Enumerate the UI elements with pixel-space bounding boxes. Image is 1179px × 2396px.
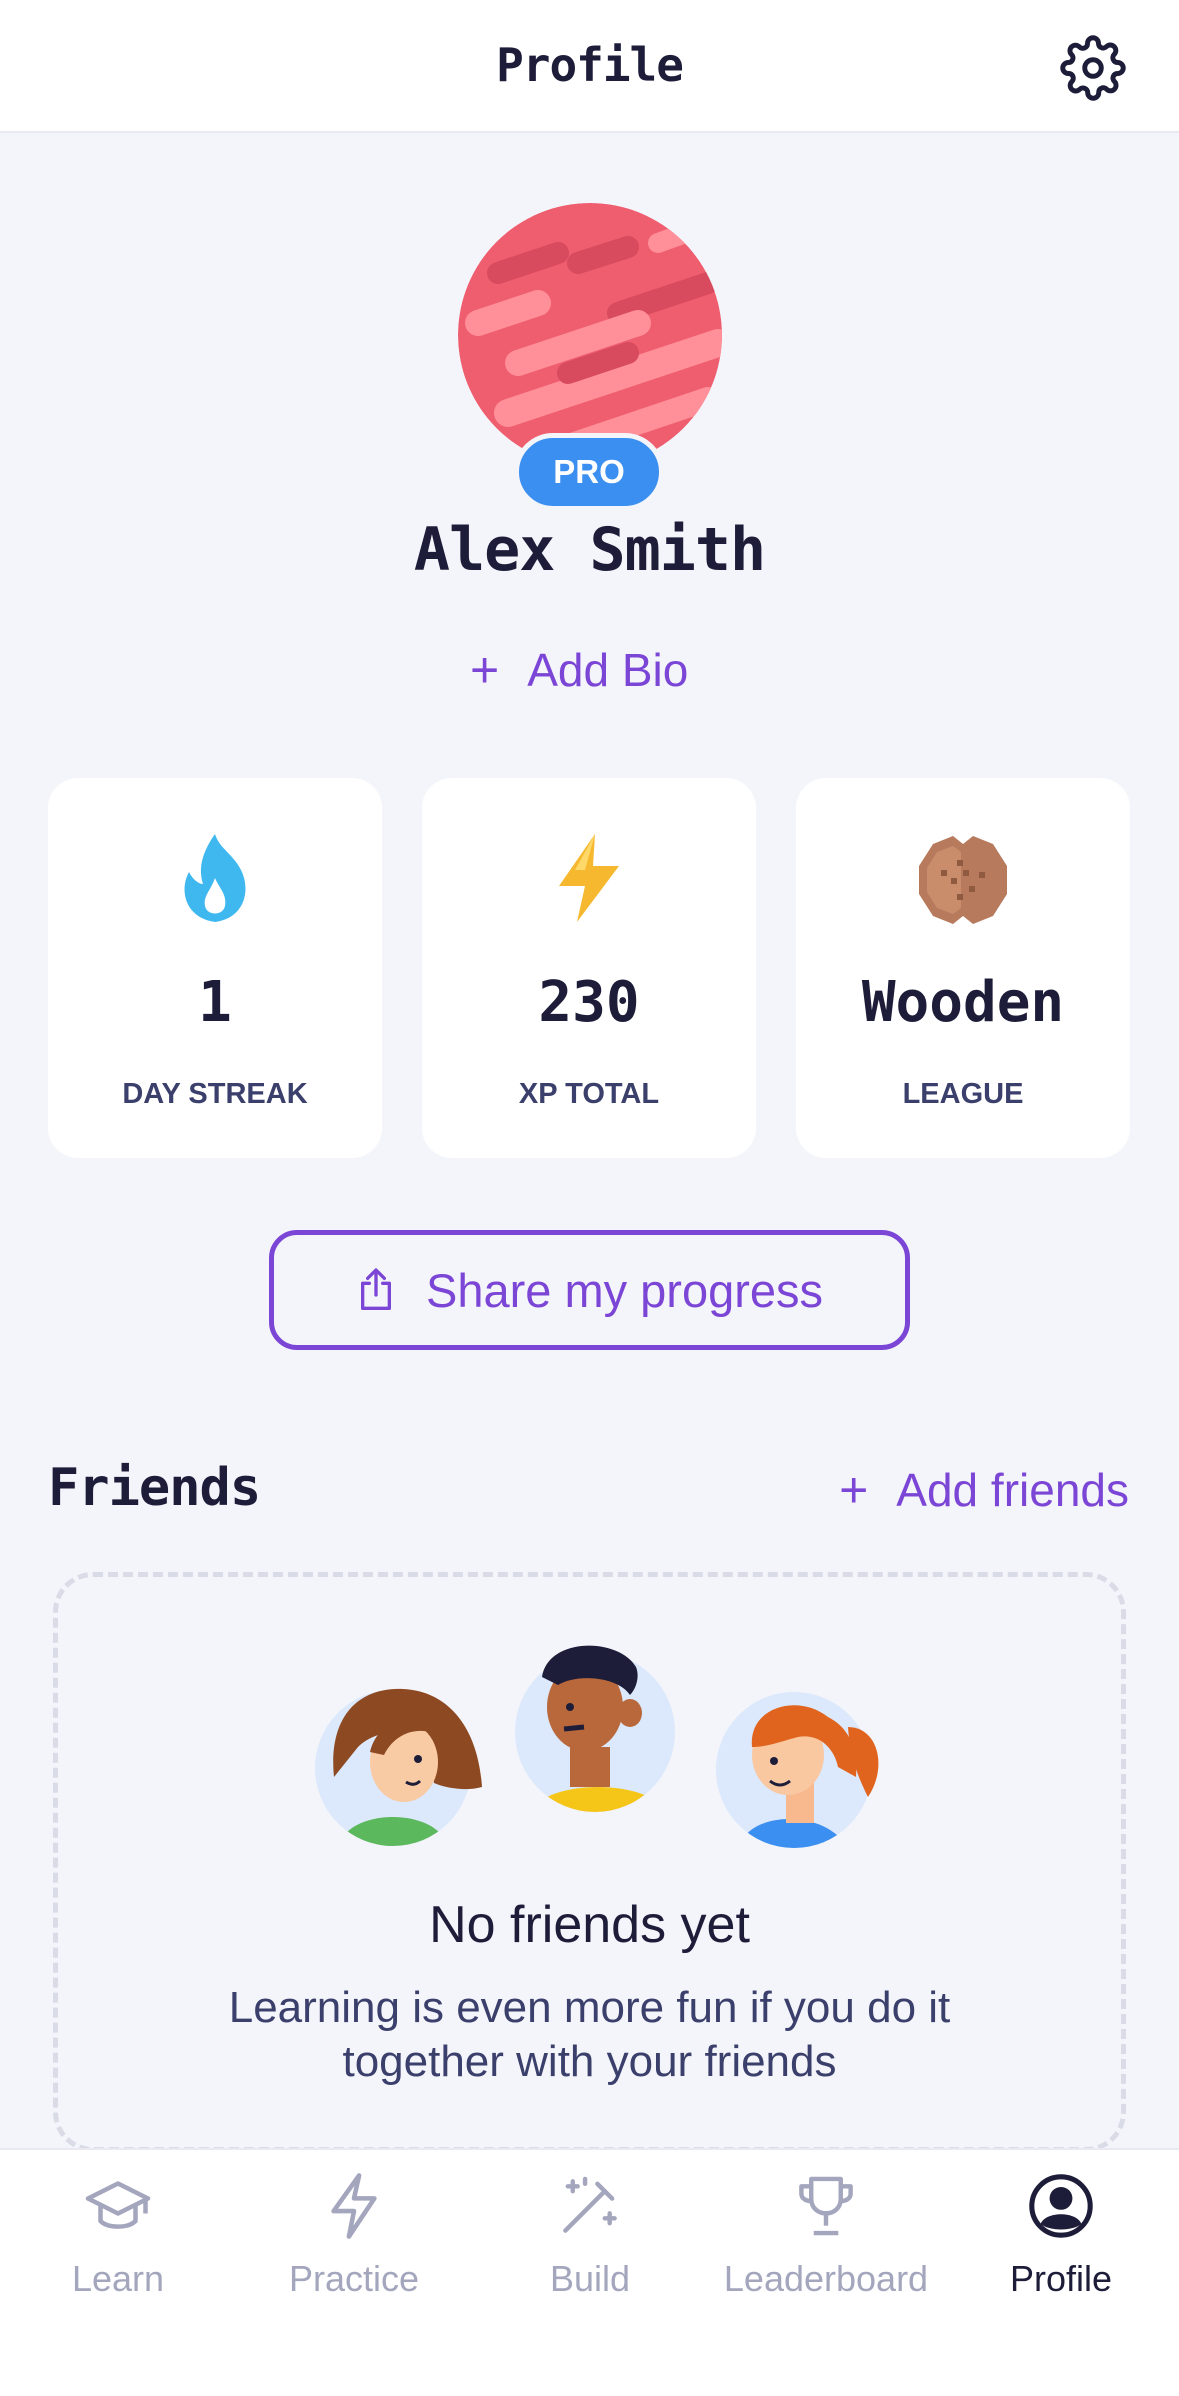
planet-avatar-image: [458, 203, 722, 467]
gear-icon: [1060, 35, 1126, 101]
friends-illustration: [315, 1645, 879, 1848]
user-name: Alex Smith: [413, 515, 766, 585]
share-icon: [360, 1268, 391, 1310]
stat-label: XP TOTAL: [518, 1078, 660, 1110]
stat-value: 230: [538, 970, 640, 1035]
add-bio-label: Add Bio: [527, 644, 689, 696]
nav-item-build[interactable]: Build: [472, 2170, 708, 2310]
settings-button[interactable]: [1060, 35, 1126, 101]
bottom-navigation: Learn Practice Build Leaderboard Profile: [0, 2148, 1179, 2396]
empty-state-title: No friends yet: [429, 1896, 750, 1954]
plus-icon: +: [839, 1462, 869, 1518]
nav-label: Leaderboard: [723, 2258, 929, 2299]
stat-value: Wooden: [861, 970, 1065, 1035]
page-title: Profile: [496, 38, 684, 92]
friends-section-title: Friends: [48, 1458, 261, 1518]
top-bar: Profile: [0, 0, 1179, 133]
nav-item-learn[interactable]: Learn: [0, 2170, 236, 2310]
nav-label: Learn: [71, 2258, 165, 2299]
add-friends-label: Add friends: [896, 1464, 1129, 1516]
stat-label: LEAGUE: [902, 1078, 1024, 1110]
nav-item-leaderboard[interactable]: Leaderboard: [708, 2170, 944, 2310]
friends-empty-state: No friends yet Learning is even more fun…: [53, 1572, 1126, 2152]
lightning-icon: [559, 834, 619, 922]
stat-card-xp[interactable]: 230 XP TOTAL: [422, 778, 756, 1158]
share-progress-label: Share my progress: [425, 1263, 824, 1317]
lightning-icon: [331, 2173, 377, 2239]
nav-item-practice[interactable]: Practice: [236, 2170, 472, 2310]
stat-card-league[interactable]: Wooden LEAGUE: [796, 778, 1130, 1158]
flame-icon: [184, 834, 246, 922]
add-friends-button[interactable]: + Add friends: [839, 1460, 1129, 1520]
empty-state-subtitle: Learning is even more fun if you do it t…: [228, 1983, 951, 2086]
nav-label: Practice: [288, 2258, 420, 2299]
graduation-cap-icon: [85, 2181, 151, 2229]
pro-badge: PRO: [514, 433, 664, 511]
plus-icon: +: [470, 642, 500, 698]
magic-wand-icon: [563, 2176, 617, 2233]
wooden-league-icon: [919, 836, 1007, 924]
add-bio-button[interactable]: + Add Bio: [470, 640, 688, 700]
share-progress-button[interactable]: Share my progress: [269, 1230, 910, 1350]
stat-label: DAY STREAK: [122, 1078, 308, 1110]
stat-card-streak[interactable]: 1 DAY STREAK: [48, 778, 382, 1158]
trophy-icon: [799, 2176, 853, 2236]
nav-label: Profile: [1009, 2258, 1113, 2299]
avatar[interactable]: [458, 203, 722, 467]
nav-label: Build: [549, 2258, 631, 2299]
nav-item-profile[interactable]: Profile: [943, 2170, 1179, 2310]
user-circle-icon: [1029, 2174, 1093, 2238]
stat-value: 1: [198, 970, 232, 1035]
